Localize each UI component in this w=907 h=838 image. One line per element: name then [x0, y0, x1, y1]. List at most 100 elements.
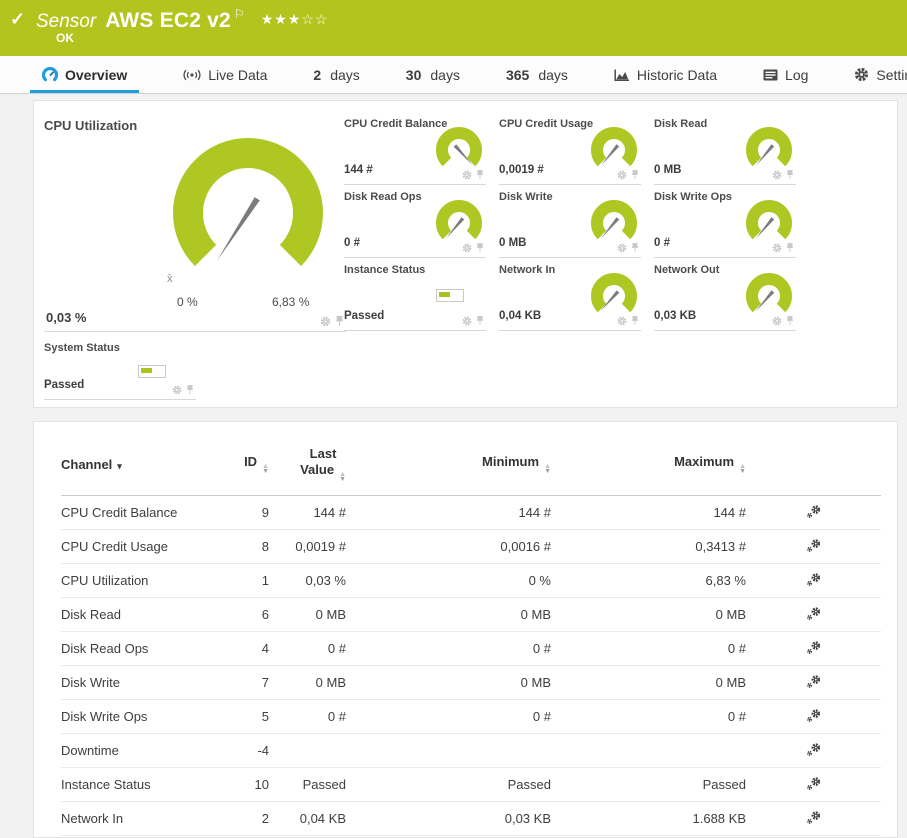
- tile-system-status[interactable]: System Status Passed: [44, 337, 196, 400]
- table-row[interactable]: Network In 2 0,04 KB 0,03 KB 1.688 KB: [61, 801, 881, 836]
- table-row[interactable]: Disk Read Ops 4 0 # 0 # 0 #: [61, 631, 881, 666]
- table-row[interactable]: Instance Status 10 Passed Passed Passed: [61, 767, 881, 802]
- cell-channel: CPU Utilization: [61, 563, 221, 598]
- channel-settings-gear-icon[interactable]: [806, 572, 822, 590]
- cell-channel: Network In: [61, 801, 221, 836]
- tab-label: days: [330, 66, 360, 83]
- tile-gear-icon[interactable]: [772, 316, 782, 326]
- tab-live-data[interactable]: Live Data: [181, 56, 269, 93]
- sensor-name: AWS EC2 v2: [105, 9, 231, 32]
- tab-historic-data[interactable]: Historic Data: [612, 56, 719, 93]
- gauge-scale-min: 0 %: [177, 295, 198, 309]
- cell-id: -4: [221, 733, 269, 768]
- pin-icon[interactable]: [476, 316, 484, 326]
- cell-maximum: 144 #: [551, 495, 746, 530]
- channel-table: Channel ▾ ID ▲ ▼ Last Value ▲ ▼ Minimum ▲ ▼ Maxi…: [61, 422, 881, 836]
- tile-gear-icon[interactable]: [462, 243, 472, 253]
- gear-icon: [855, 67, 869, 82]
- tab-label: Live Data: [208, 66, 268, 83]
- cell-minimum: 0,03 KB: [346, 801, 551, 836]
- table-row[interactable]: Downtime -4: [61, 733, 881, 768]
- tab-overview[interactable]: Overview: [30, 56, 140, 93]
- cell-last-value: 0 MB: [269, 665, 346, 700]
- pin-icon[interactable]: [476, 170, 484, 180]
- channel-settings-gear-icon[interactable]: [806, 640, 822, 658]
- table-row[interactable]: Disk Write 7 0 MB 0 MB 0 MB: [61, 665, 881, 700]
- table-row[interactable]: CPU Credit Balance 9 144 # 144 # 144 #: [61, 495, 881, 530]
- cell-last-value: 0,03 %: [269, 563, 346, 598]
- sort-icon: ▲ ▼: [544, 463, 551, 475]
- tile-gear-icon[interactable]: [617, 316, 627, 326]
- gauge-icon: [42, 66, 58, 81]
- tile-gear-icon[interactable]: [320, 316, 331, 327]
- pin-icon[interactable]: [186, 385, 194, 395]
- tab-label: Log: [785, 66, 809, 83]
- tile-instance-status[interactable]: Instance Status Passed: [344, 259, 486, 331]
- cell-minimum: 0 MB: [346, 597, 551, 632]
- pin-icon[interactable]: [786, 243, 794, 253]
- tile-value: 0,04 KB: [499, 310, 542, 322]
- tile-disk-write[interactable]: Disk Write 0 MB: [499, 186, 641, 258]
- pin-icon[interactable]: [631, 316, 639, 326]
- cell-channel: CPU Credit Usage: [61, 529, 221, 564]
- tile-gear-icon[interactable]: [462, 316, 472, 326]
- gauge-icon: [746, 127, 792, 167]
- col-header-id[interactable]: ID ▲ ▼: [221, 422, 269, 496]
- priority-flag-icon[interactable]: ⚐: [234, 7, 245, 21]
- gauge-icon: [436, 127, 482, 167]
- table-row[interactable]: CPU Credit Usage 8 0,0019 # 0,0016 # 0,3…: [61, 529, 881, 564]
- tile-network-out[interactable]: Network Out 0,03 KB: [654, 259, 796, 331]
- overview-gauges-panel: CPU Utilization x̄ 0 % 6,83 % 0,03 % Sys…: [33, 100, 898, 408]
- tile-value: 0,03 %: [46, 310, 87, 325]
- tile-cpu-utilization[interactable]: CPU Utilization x̄ 0 % 6,83 % 0,03 %: [44, 109, 346, 332]
- tile-gear-icon[interactable]: [772, 243, 782, 253]
- tile-gear-icon[interactable]: [462, 170, 472, 180]
- col-header-maximum[interactable]: Maximum ▲ ▼: [551, 422, 746, 496]
- tile-gear-icon[interactable]: [772, 170, 782, 180]
- pin-icon[interactable]: [631, 170, 639, 180]
- channel-settings-gear-icon[interactable]: [806, 776, 822, 794]
- tile-disk-read-ops[interactable]: Disk Read Ops 0 #: [344, 186, 486, 258]
- tile-gear-icon[interactable]: [172, 385, 182, 395]
- pin-icon[interactable]: [631, 243, 639, 253]
- table-row[interactable]: CPU Utilization 1 0,03 % 0 % 6,83 %: [61, 563, 881, 598]
- tab-2-days[interactable]: 2 days: [311, 56, 361, 93]
- channel-settings-gear-icon[interactable]: [806, 606, 822, 624]
- gauge-icon: [591, 273, 637, 313]
- channel-settings-gear-icon[interactable]: [806, 742, 822, 760]
- col-header-last-value[interactable]: Last Value ▲ ▼: [269, 422, 346, 496]
- priority-stars[interactable]: ★★★☆☆: [261, 11, 329, 27]
- tab-30-days[interactable]: 30 days: [404, 56, 462, 93]
- table-row[interactable]: Disk Read 6 0 MB 0 MB 0 MB: [61, 597, 881, 632]
- tile-gear-icon[interactable]: [617, 243, 627, 253]
- tile-value: 144 #: [344, 164, 373, 176]
- tile-gear-icon[interactable]: [617, 170, 627, 180]
- table-row[interactable]: Disk Write Ops 5 0 # 0 # 0 #: [61, 699, 881, 734]
- tile-network-in[interactable]: Network In 0,04 KB: [499, 259, 641, 331]
- tile-disk-write-ops[interactable]: Disk Write Ops 0 #: [654, 186, 796, 258]
- cell-last-value: 0 #: [269, 699, 346, 734]
- cell-maximum: 0 #: [551, 699, 746, 734]
- pin-icon[interactable]: [786, 316, 794, 326]
- channel-settings-gear-icon[interactable]: [806, 538, 822, 556]
- tile-cpu-credit-balance[interactable]: CPU Credit Balance 144 #: [344, 113, 486, 185]
- channel-settings-gear-icon[interactable]: [806, 674, 822, 692]
- tile-cpu-credit-usage[interactable]: CPU Credit Usage 0,0019 #: [499, 113, 641, 185]
- pin-icon[interactable]: [786, 170, 794, 180]
- channel-settings-gear-icon[interactable]: [806, 504, 822, 522]
- col-header-channel[interactable]: Channel ▾: [61, 422, 221, 496]
- gauge-icon: [436, 200, 482, 240]
- tab-settings[interactable]: Settings: [852, 56, 907, 93]
- cell-id: 2: [221, 801, 269, 836]
- sensor-title-line: Sensor AWS EC2 v2 ⚐ ★★★☆☆: [36, 7, 328, 33]
- channel-settings-gear-icon[interactable]: [806, 708, 822, 726]
- col-header-minimum[interactable]: Minimum ▲ ▼: [346, 422, 551, 496]
- cell-id: 9: [221, 495, 269, 530]
- pin-icon[interactable]: [335, 316, 344, 327]
- cell-maximum: 1.688 KB: [551, 801, 746, 836]
- tile-disk-read[interactable]: Disk Read 0 MB: [654, 113, 796, 185]
- tab-log[interactable]: Log: [761, 56, 810, 93]
- channel-settings-gear-icon[interactable]: [806, 810, 822, 828]
- tab-365-days[interactable]: 365 days: [504, 56, 570, 93]
- pin-icon[interactable]: [476, 243, 484, 253]
